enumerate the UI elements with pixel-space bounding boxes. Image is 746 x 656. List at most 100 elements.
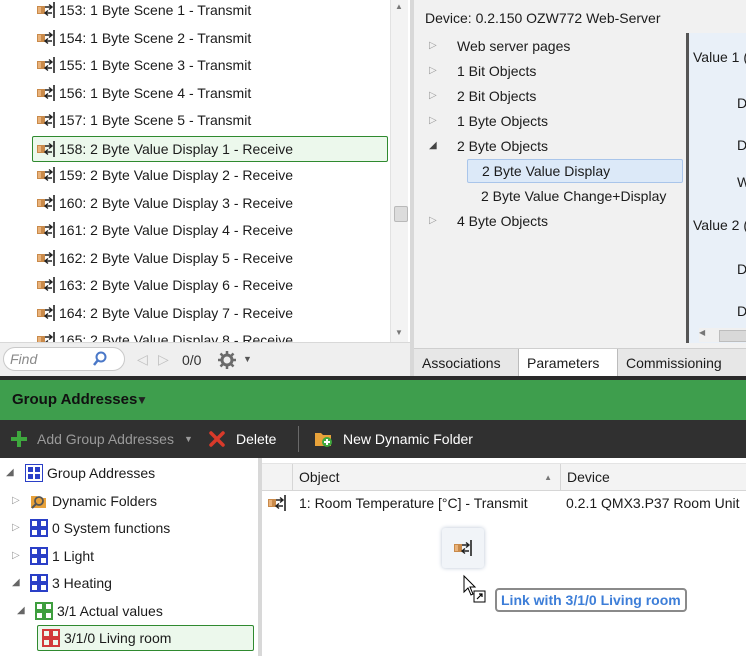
object-list-item[interactable]: 163: 2 Byte Value Display 6 - Receive <box>33 273 387 297</box>
chevron-down-icon[interactable]: ▼ <box>184 434 193 444</box>
search-icon[interactable] <box>92 351 108 367</box>
expand-open-icon[interactable]: ◢ <box>6 467 14 478</box>
new-dynamic-folder-label: New Dynamic Folder <box>343 431 473 447</box>
previous-icon[interactable]: ◁ <box>137 351 148 368</box>
group-address-tree-item[interactable]: 3 Heating <box>30 570 112 596</box>
object-list-item[interactable]: 165: 2 Byte Value Display 8 - Receive <box>33 328 387 342</box>
association-grid: Object ▲ Device 1: Room Temperature [°C]… <box>262 458 746 656</box>
device-tree-item[interactable]: 2 Byte Value Display <box>467 159 683 183</box>
object-label: 157: 1 Byte Scene 5 - Transmit <box>59 112 252 128</box>
column-header-object[interactable]: Object ▲ <box>292 464 560 490</box>
object-label: 156: 1 Byte Scene 4 - Transmit <box>59 84 252 101</box>
communication-object-icon <box>37 304 55 321</box>
scroll-left-icon[interactable]: ◀ <box>699 328 705 337</box>
scroll-down-icon[interactable]: ▼ <box>395 328 403 337</box>
tree-item-label: 3/1/0 Living room <box>64 630 172 646</box>
expand-closed-icon[interactable]: ▷ <box>429 215 437 226</box>
tab-commissioning[interactable]: Commissioning <box>618 349 746 377</box>
device-tree-item[interactable]: 2 Byte Objects <box>457 134 548 158</box>
object-list-item[interactable]: 155: 1 Byte Scene 3 - Transmit <box>33 53 387 77</box>
parameter-label: Value 2 ( <box>693 217 746 233</box>
group-address-tree-item[interactable]: Dynamic Folders <box>30 488 157 514</box>
parameter-hscrollbar[interactable]: ◀ <box>699 328 746 342</box>
tab-label: Associations <box>422 355 501 371</box>
panel-title: Group Addresses <box>12 391 138 408</box>
group-address-tree-item[interactable]: Group Addresses <box>25 460 155 486</box>
expand-closed-icon[interactable]: ▷ <box>429 90 437 101</box>
object-list-item[interactable]: 153: 1 Byte Scene 1 - Transmit <box>33 0 387 22</box>
expand-closed-icon[interactable]: ▷ <box>12 522 20 533</box>
expand-open-icon[interactable]: ◢ <box>12 577 20 588</box>
group-address-tree-item[interactable]: 0 System functions <box>30 515 170 541</box>
device-tree-item[interactable]: 1 Bit Objects <box>457 59 536 83</box>
device-tree-item[interactable]: Web server pages <box>457 34 570 58</box>
communication-object-icon <box>37 57 55 73</box>
group-address-tree: ◢ Group Addresses ▷ Dynamic Folders ▷ 0 Syste… <box>0 458 258 656</box>
group-address-tree-item[interactable]: 3/1 Actual values <box>35 598 163 624</box>
next-icon[interactable]: ▷ <box>158 351 169 368</box>
sort-ascending-icon: ▲ <box>544 472 552 482</box>
tree-item-label: 1 Light <box>52 547 95 564</box>
device-tree-item[interactable]: 1 Byte Objects <box>457 109 548 133</box>
delete-icon <box>209 431 225 447</box>
expand-closed-icon[interactable]: ▷ <box>429 65 437 76</box>
add-group-addresses-button[interactable]: Add Group Addresses ▼ <box>10 420 193 458</box>
tab-associations[interactable]: Associations <box>414 349 518 377</box>
ga-root-icon <box>25 464 43 482</box>
expand-closed-icon[interactable]: ▷ <box>429 40 437 51</box>
scroll-up-icon[interactable]: ▲ <box>395 2 403 11</box>
chevron-down-icon[interactable]: ▼ <box>243 354 252 364</box>
object-list-item[interactable]: 160: 2 Byte Value Display 3 - Receive <box>33 191 387 215</box>
new-dynamic-folder-button[interactable]: New Dynamic Folder <box>314 420 473 458</box>
object-list-item[interactable]: 161: 2 Byte Value Display 4 - Receive <box>33 218 387 242</box>
gear-icon[interactable] <box>218 351 236 369</box>
chevron-down-icon[interactable]: ▼ <box>136 393 148 407</box>
drag-ghost <box>442 528 484 568</box>
communication-object-icon <box>37 2 55 18</box>
objects-scrollbar[interactable]: ▲ ▼ <box>390 0 408 342</box>
object-list-item[interactable]: 156: 1 Byte Scene 4 - Transmit <box>33 81 387 105</box>
expand-closed-icon[interactable]: ▷ <box>429 115 437 126</box>
device-tree-item[interactable]: 2 Bit Objects <box>457 84 536 108</box>
object-list-item[interactable]: 164: 2 Byte Value Display 7 - Receive <box>33 301 387 325</box>
device-tree-item[interactable]: 4 Byte Objects <box>457 209 548 233</box>
link-cursor-icon <box>463 574 486 603</box>
add-group-addresses-label: Add Group Addresses <box>37 431 174 447</box>
match-counter: 0/0 <box>182 352 202 368</box>
object-list-item[interactable]: 162: 2 Byte Value Display 5 - Receive <box>33 246 387 270</box>
expand-closed-icon[interactable]: ▷ <box>12 550 20 561</box>
parameter-label: Value 1 ( <box>693 49 746 65</box>
parameter-label: D <box>737 261 746 277</box>
dynamic-folder-icon <box>31 495 46 509</box>
communication-object-icon <box>37 84 55 101</box>
scroll-thumb[interactable] <box>394 206 408 222</box>
communication-object-icon <box>37 194 55 211</box>
object-list-item[interactable]: 158: 2 Byte Value Display 1 - Receive <box>32 135 388 162</box>
group-addresses-header[interactable]: Group Addresses ▼ <box>0 380 746 420</box>
column-header-device[interactable]: Device <box>560 464 746 490</box>
parameter-area: Value 1 (D D W Value 2 (D D <box>686 33 746 343</box>
object-list-item[interactable]: 154: 1 Byte Scene 2 - Transmit <box>33 26 387 50</box>
delete-button[interactable]: Delete <box>208 420 276 458</box>
tab-parameters[interactable]: Parameters <box>518 349 618 377</box>
group-address-tree-item[interactable]: 1 Light <box>30 543 94 569</box>
column-label: Device <box>567 469 610 485</box>
tree-item-label: Dynamic Folders <box>52 492 158 509</box>
device-tree-label: 1 Bit Objects <box>457 63 537 79</box>
scroll-thumb[interactable] <box>719 330 746 342</box>
group-address-tree-item[interactable]: 3/1/0 Living room <box>37 625 254 651</box>
objects-panel: 153: 1 Byte Scene 1 - Transmit 154: 1 Byt… <box>0 0 410 376</box>
expand-open-icon[interactable]: ◢ <box>429 140 437 151</box>
object-list-item[interactable]: 157: 1 Byte Scene 5 - Transmit <box>33 108 387 132</box>
expand-open-icon[interactable]: ◢ <box>17 605 25 616</box>
device-tree-label: Web server pages <box>457 38 571 54</box>
object-label: 164: 2 Byte Value Display 7 - Receive <box>59 304 293 321</box>
toolbar: Add Group Addresses ▼ Delete New Dynamic… <box>0 420 746 458</box>
device-tree-item[interactable]: 2 Byte Value Change+Display <box>467 184 666 208</box>
expand-closed-icon[interactable]: ▷ <box>12 495 20 506</box>
object-label: 153: 1 Byte Scene 1 - Transmit <box>59 2 252 18</box>
object-label: 163: 2 Byte Value Display 6 - Receive <box>59 277 293 293</box>
object-list-item[interactable]: 159: 2 Byte Value Display 2 - Receive <box>33 163 387 187</box>
table-row[interactable]: 1: Room Temperature [°C] - Transmit 0.2.… <box>262 490 746 516</box>
object-label: 161: 2 Byte Value Display 4 - Receive <box>59 222 293 238</box>
